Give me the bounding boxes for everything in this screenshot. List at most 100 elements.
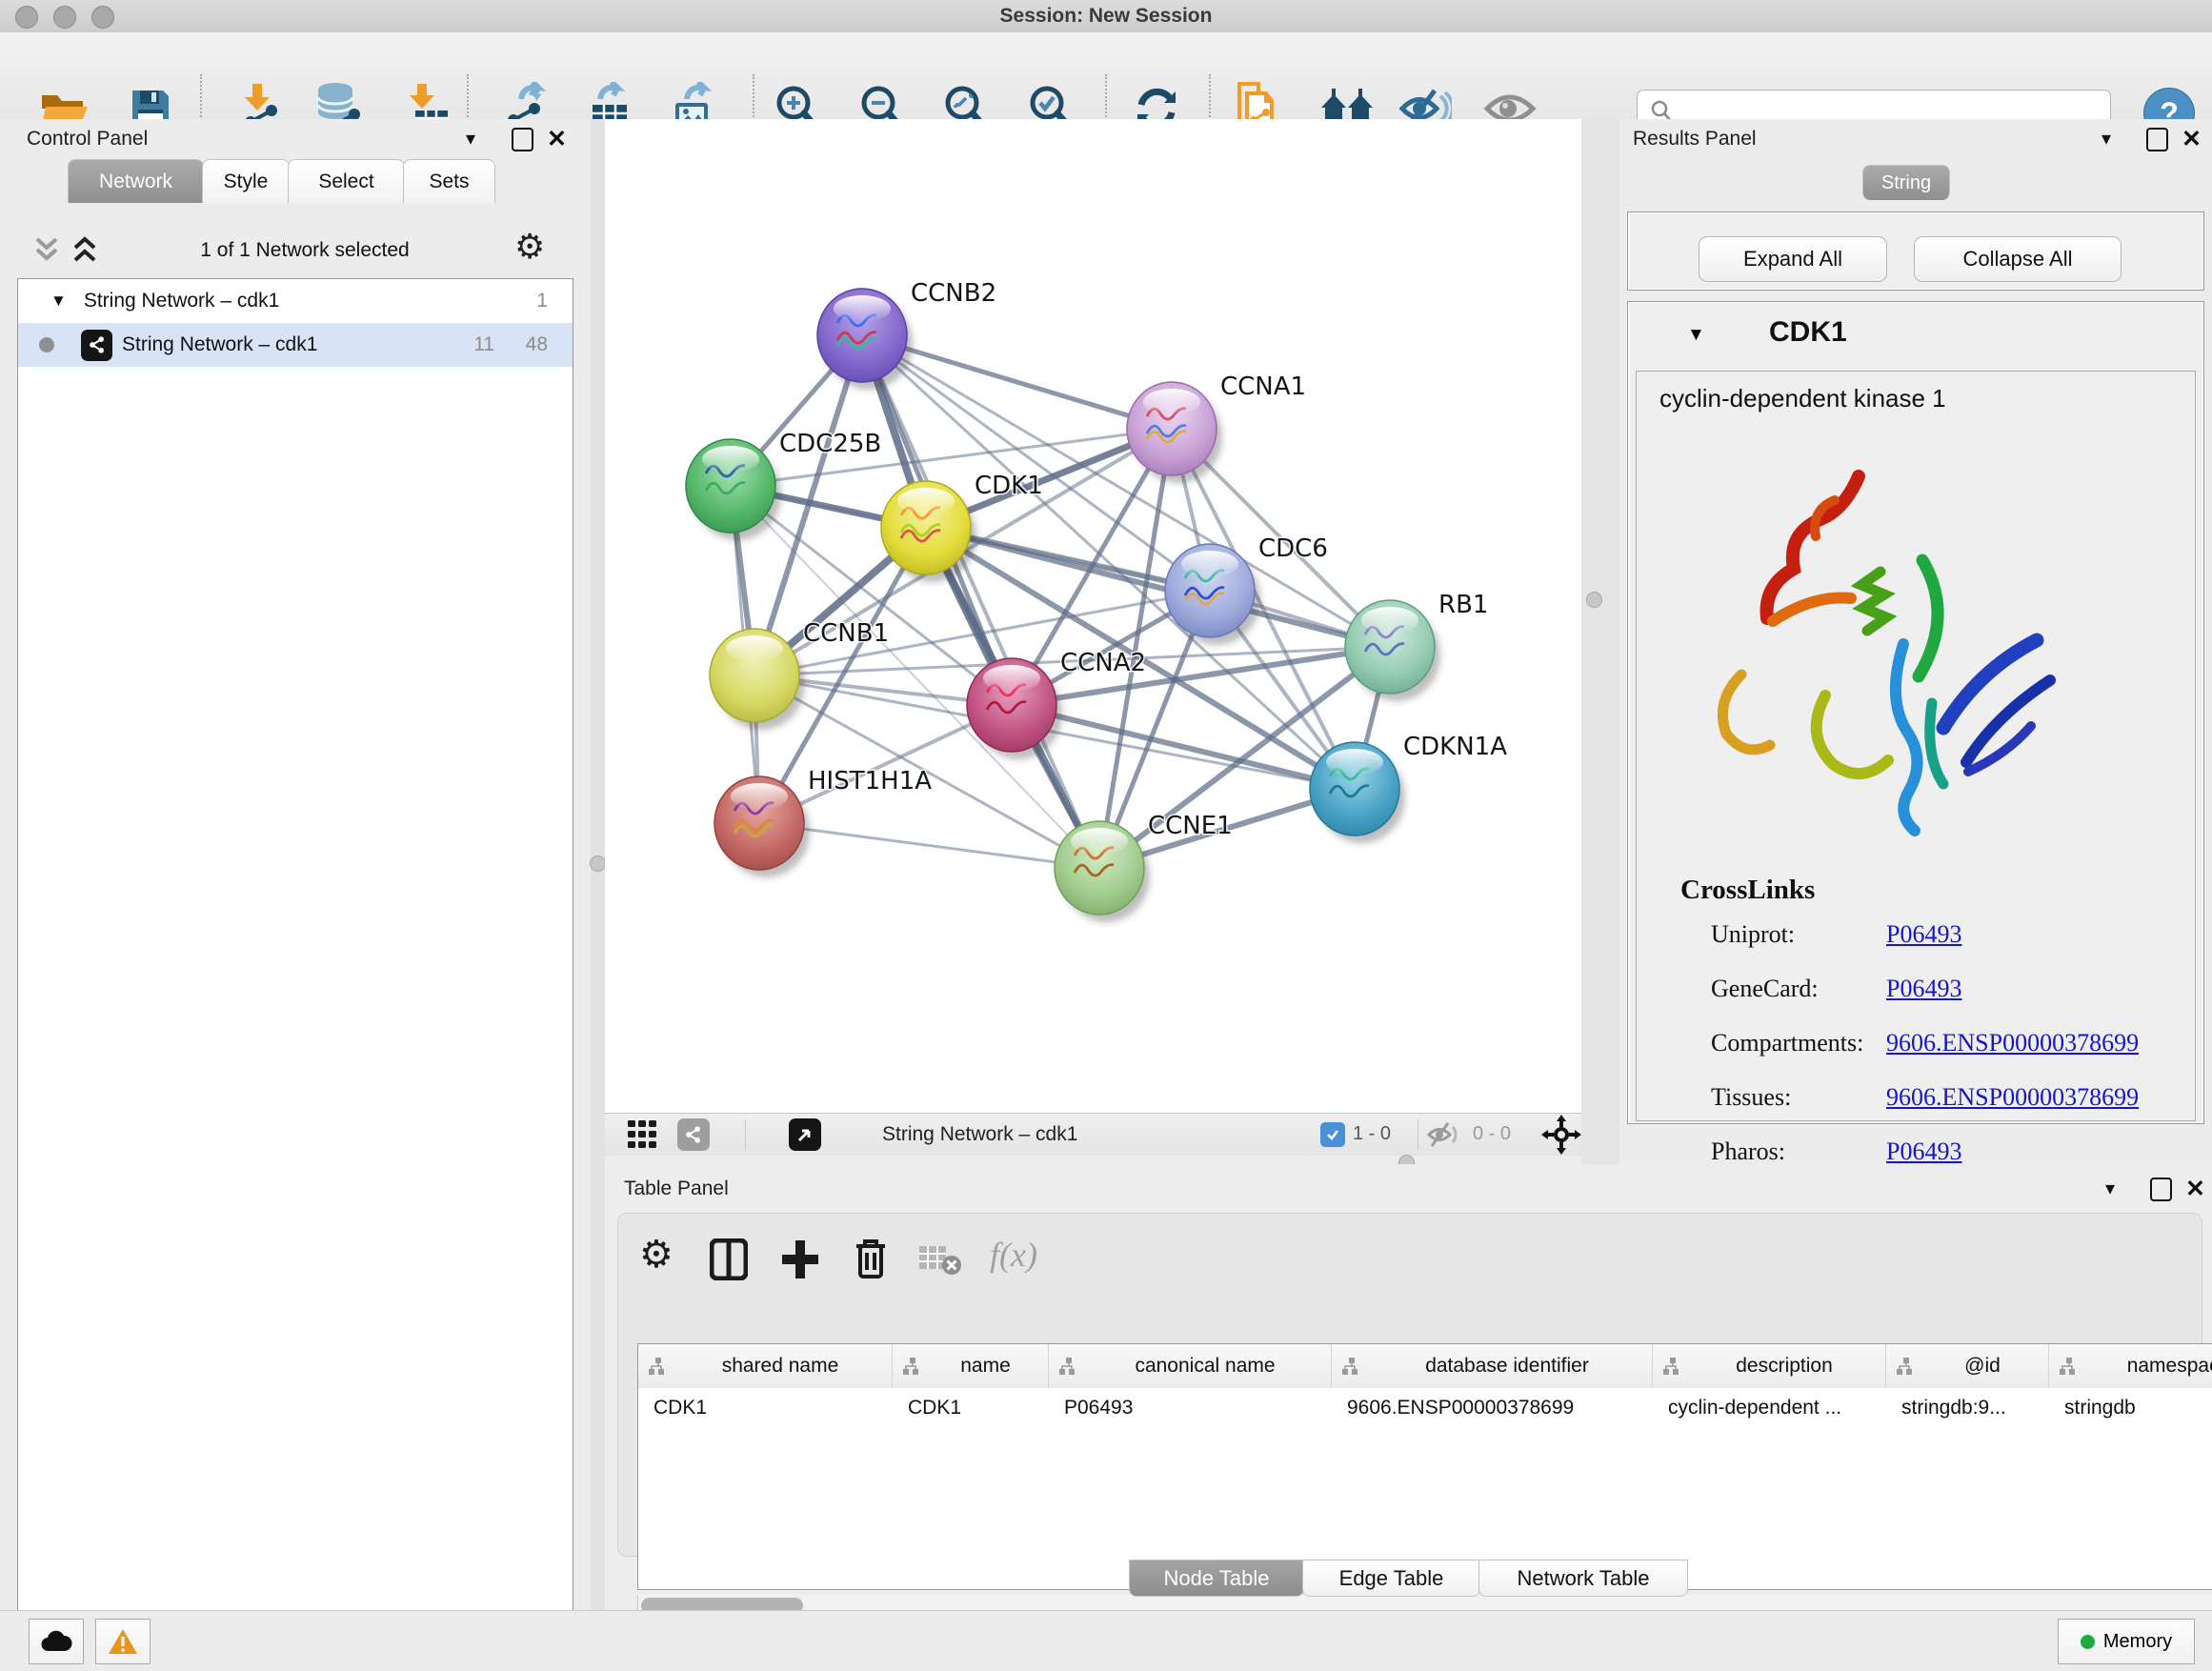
node-label-CCNA1: CCNA1 bbox=[1220, 372, 1306, 401]
node-CDC6[interactable] bbox=[1165, 544, 1260, 645]
delete-column-icon[interactable] bbox=[853, 1237, 889, 1280]
panel-menu-icon[interactable]: ▾ bbox=[2101, 127, 2111, 151]
warnings-button[interactable] bbox=[95, 1619, 151, 1664]
nodes-layer bbox=[686, 289, 1440, 922]
panel-float-icon[interactable] bbox=[2146, 128, 2168, 151]
fit-selected-crosshair-icon[interactable] bbox=[1541, 1115, 1581, 1155]
gene-collapse-icon[interactable]: ▼ bbox=[1687, 325, 1705, 346]
tab-edge-table[interactable]: Edge Table bbox=[1302, 1560, 1480, 1597]
node-CDC25B[interactable] bbox=[686, 439, 781, 540]
node-CDKN1A[interactable] bbox=[1310, 742, 1405, 843]
panel-close-icon[interactable]: ✕ bbox=[2182, 128, 2202, 151]
column-header-shared-name[interactable]: shared name bbox=[638, 1344, 893, 1388]
crosslink-label: Uniprot: bbox=[1711, 920, 1795, 949]
cell-shared-name[interactable]: CDK1 bbox=[638, 1389, 892, 1427]
grid-view-icon[interactable] bbox=[628, 1120, 658, 1149]
splitter-handle[interactable] bbox=[1586, 592, 1602, 608]
birds-eye-view-icon[interactable] bbox=[789, 1118, 821, 1151]
cloud-status-button[interactable] bbox=[29, 1619, 84, 1664]
tab-node-table[interactable]: Node Table bbox=[1129, 1560, 1304, 1597]
application-window: Session: New Session bbox=[0, 0, 2212, 1671]
crosslink-link[interactable]: P06493 bbox=[1886, 975, 1961, 1003]
crosslink-link[interactable]: 9606.ENSP00000378699 bbox=[1886, 1029, 2139, 1057]
column-header--id[interactable]: @id bbox=[1886, 1344, 2049, 1388]
table-gear-icon[interactable]: ⚙ bbox=[639, 1233, 674, 1277]
column-header-canonical-name[interactable]: canonical name bbox=[1049, 1344, 1332, 1388]
network-type-icon bbox=[81, 330, 112, 361]
tab-string-results[interactable]: String bbox=[1862, 165, 1950, 200]
network-collection-row[interactable]: ▼ String Network – cdk1 1 bbox=[18, 279, 573, 323]
network-graph[interactable]: CCNB2CCNA1CDC25BCDK1CDC6RB1CCNB1CCNA2CDK… bbox=[605, 119, 1581, 1113]
vertical-splitter-right[interactable] bbox=[1581, 119, 1619, 1164]
protein-structure-image bbox=[1682, 457, 2063, 838]
apply-function-icon[interactable]: f(x) bbox=[990, 1235, 1037, 1275]
vertical-splitter-left[interactable] bbox=[591, 119, 605, 1610]
panel-menu-icon[interactable]: ▾ bbox=[2105, 1177, 2115, 1200]
cell-namespace[interactable]: stringdb bbox=[2049, 1389, 2212, 1427]
column-header-namespace[interactable]: namespace bbox=[2049, 1344, 2212, 1388]
hidden-eye-icon[interactable] bbox=[1427, 1121, 1461, 1148]
cell-description[interactable]: cyclin-dependent ... bbox=[1653, 1389, 1885, 1427]
panel-close-icon[interactable]: ✕ bbox=[2185, 1178, 2205, 1201]
node-CCNA1[interactable] bbox=[1127, 382, 1222, 483]
expand-all-button[interactable]: Expand All bbox=[1699, 236, 1887, 282]
memory-button[interactable]: Memory bbox=[2058, 1619, 2195, 1664]
network-style-icon[interactable] bbox=[677, 1118, 710, 1151]
memory-status-dot-icon bbox=[2081, 1635, 2095, 1649]
crosslinks-heading: CrossLinks bbox=[1680, 875, 1815, 906]
panel-menu-icon[interactable]: ▾ bbox=[466, 127, 475, 151]
panel-close-icon[interactable]: ✕ bbox=[547, 128, 567, 151]
expand-all-networks-icon[interactable] bbox=[72, 235, 97, 264]
node-HIST1H1A[interactable] bbox=[714, 776, 810, 877]
selected-checkbox-icon[interactable] bbox=[1320, 1122, 1345, 1147]
gene-description: cyclin-dependent kinase 1 bbox=[1659, 384, 1946, 413]
collapse-all-networks-icon[interactable] bbox=[34, 235, 59, 264]
cell-name[interactable]: CDK1 bbox=[893, 1389, 1048, 1427]
clear-table-icon[interactable] bbox=[917, 1242, 963, 1277]
window-title: Session: New Session bbox=[0, 5, 2212, 28]
network-selection-status: 1 of 1 Network selected bbox=[143, 239, 467, 262]
tab-sets[interactable]: Sets bbox=[403, 159, 495, 203]
crosslink-link[interactable]: P06493 bbox=[1886, 1137, 1961, 1166]
cell--id[interactable]: stringdb:9... bbox=[1886, 1389, 2048, 1427]
collapse-all-button[interactable]: Collapse All bbox=[1914, 236, 2122, 282]
results-buttons-box: Expand All Collapse All bbox=[1627, 211, 2204, 291]
network-label: String Network – cdk1 bbox=[122, 333, 317, 356]
column-header-database-identifier[interactable]: database identifier bbox=[1332, 1344, 1653, 1388]
show-columns-icon[interactable] bbox=[710, 1238, 748, 1280]
tab-network-table[interactable]: Network Table bbox=[1478, 1560, 1688, 1597]
tab-network[interactable]: Network bbox=[68, 159, 204, 203]
cell-database-identifier[interactable]: 9606.ENSP00000378699 bbox=[1332, 1389, 1652, 1427]
tab-style[interactable]: Style bbox=[202, 159, 290, 203]
node-RB1[interactable] bbox=[1345, 600, 1440, 701]
title-bar: Session: New Session bbox=[0, 0, 2212, 33]
crosslink-link[interactable]: 9606.ENSP00000378699 bbox=[1886, 1083, 2139, 1112]
node-CCNE1[interactable] bbox=[1055, 821, 1150, 922]
warning-icon bbox=[108, 1628, 138, 1655]
cell-canonical-name[interactable]: P06493 bbox=[1049, 1389, 1331, 1427]
panel-float-icon[interactable] bbox=[512, 128, 533, 151]
tab-select[interactable]: Select bbox=[288, 159, 405, 203]
node-label-CDKN1A: CDKN1A bbox=[1403, 733, 1507, 761]
network-options-gear-icon[interactable]: ⚙ bbox=[514, 227, 545, 267]
panel-float-icon[interactable] bbox=[2150, 1178, 2172, 1201]
gene-name: CDK1 bbox=[1769, 316, 1847, 349]
crosslink-label: Compartments: bbox=[1711, 1029, 1863, 1057]
node-CDK1[interactable] bbox=[881, 481, 976, 582]
crosslink-link[interactable]: P06493 bbox=[1886, 920, 1961, 949]
memory-label: Memory bbox=[2103, 1631, 2172, 1653]
control-panel: Control Panel ▾ ✕ Network Style Select S… bbox=[0, 119, 591, 1610]
splitter-handle[interactable] bbox=[590, 856, 606, 872]
add-column-icon[interactable] bbox=[780, 1238, 820, 1280]
node-CCNB2[interactable] bbox=[817, 289, 913, 390]
node-label-CCNB1: CCNB1 bbox=[803, 619, 889, 648]
network-row-selected[interactable]: String Network – cdk1 11 48 bbox=[18, 323, 573, 367]
node-label-CCNA2: CCNA2 bbox=[1060, 649, 1146, 677]
network-canvas[interactable]: CCNB2CCNA1CDC25BCDK1CDC6RB1CCNB1CCNA2CDK… bbox=[605, 119, 1581, 1113]
node-table[interactable]: shared namenamecanonical namedatabase id… bbox=[637, 1343, 2212, 1590]
column-header-name[interactable]: name bbox=[893, 1344, 1049, 1388]
crosslink-label: GeneCard: bbox=[1711, 975, 1819, 1003]
tree-expand-icon[interactable]: ▼ bbox=[50, 292, 67, 311]
edge-CCNE1-HIST1H1A[interactable] bbox=[759, 823, 1099, 868]
column-header-description[interactable]: description bbox=[1653, 1344, 1886, 1388]
